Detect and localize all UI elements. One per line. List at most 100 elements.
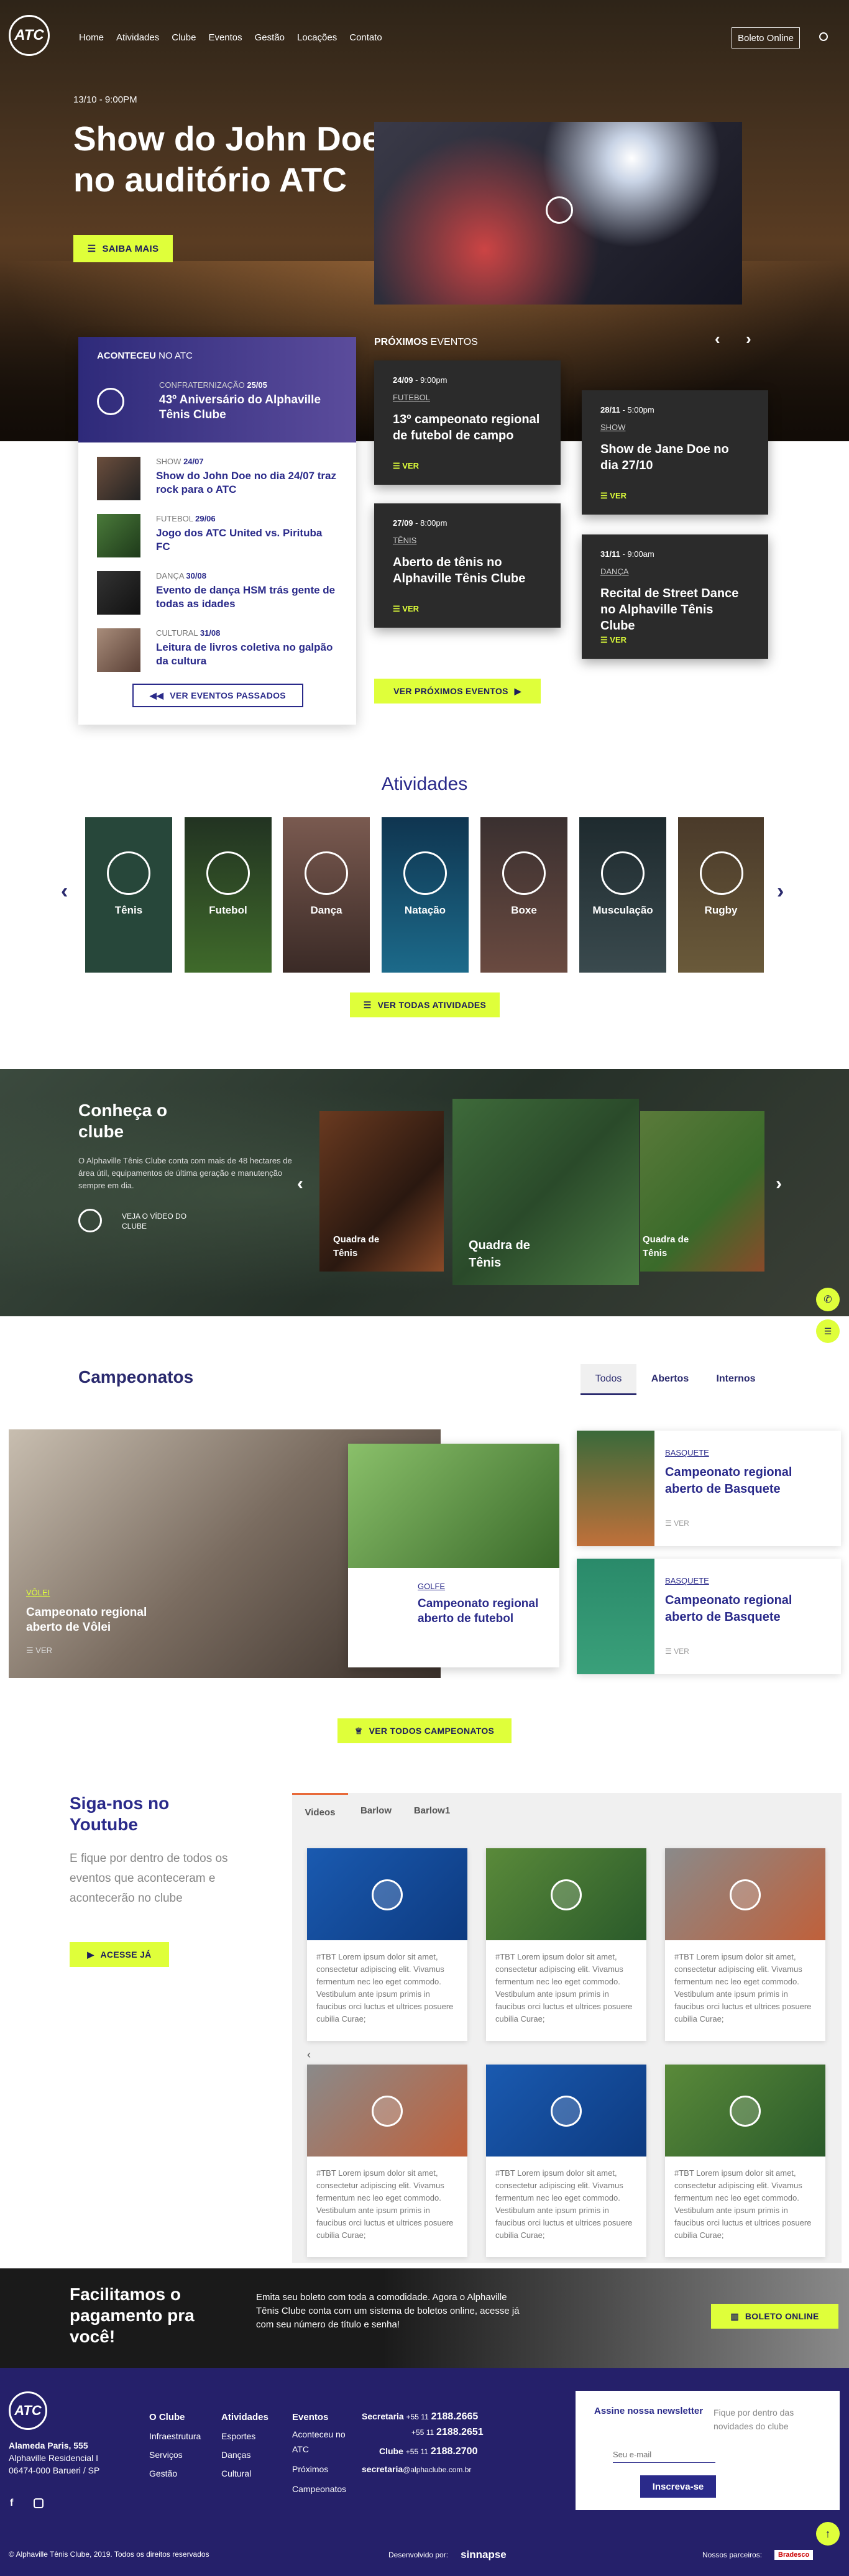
- championship-view-link[interactable]: ☰ VER: [665, 1519, 689, 1528]
- next-arrow-icon[interactable]: ›: [777, 879, 784, 904]
- championship-card[interactable]: GOLFE Campeonato regional aberto de fute…: [348, 1444, 559, 1667]
- club-slide[interactable]: Quadra de Tênis: [640, 1111, 764, 1272]
- championship-side-card[interactable]: BASQUETE Campeonato regional aberto de B…: [577, 1431, 841, 1546]
- play-icon[interactable]: [730, 1879, 761, 1910]
- video-card[interactable]: #TBT Lorem ipsum dolor sit amet, consect…: [665, 2065, 825, 2257]
- tab-internos[interactable]: Internos: [706, 1364, 766, 1395]
- list-item[interactable]: SHOW 24/07 Show do John Doe no dia 24/07 …: [97, 457, 336, 506]
- next-arrow-icon[interactable]: ›: [746, 329, 751, 349]
- play-icon[interactable]: [551, 1879, 582, 1910]
- acesse-ja-button[interactable]: ▶ ACESSE JÁ: [70, 1942, 169, 1967]
- event-view-link[interactable]: ☰ VER: [393, 461, 419, 471]
- championship-category: GOLFE: [418, 1582, 446, 1591]
- next-arrow-icon[interactable]: ›: [776, 1173, 782, 1194]
- footer-link[interactable]: Gestão: [149, 2464, 201, 2483]
- event-view-link[interactable]: ☰ VER: [600, 491, 626, 501]
- event-card[interactable]: 28/11 - 5:00pm SHOW Show de Jane Doe no di…: [582, 390, 768, 515]
- activity-rugby[interactable]: Rugby: [678, 817, 764, 973]
- video-card[interactable]: #TBT Lorem ipsum dolor sit amet, consect…: [307, 1848, 467, 2041]
- ver-eventos-passados-button[interactable]: ◀◀ VER EVENTOS PASSADOS: [132, 684, 303, 707]
- footer-link[interactable]: Campeonatos: [292, 2482, 354, 2496]
- contact-email[interactable]: secretaria@alphaclube.com.br: [362, 2462, 484, 2477]
- play-icon[interactable]: [730, 2096, 761, 2127]
- club-slide[interactable]: Quadra de Tênis: [319, 1111, 444, 1272]
- ver-todos-campeonatos-button[interactable]: ♕ VER TODOS CAMPEONATOS: [337, 1718, 512, 1743]
- club-video-link[interactable]: VEJA O VÍDEO DO CLUBE: [78, 1209, 203, 1234]
- event-title: Aberto de tênis no Alphaville Tênis Club…: [393, 556, 526, 585]
- footer-link[interactable]: Danças: [221, 2445, 268, 2464]
- subscribe-button[interactable]: Inscreva-se: [640, 2475, 716, 2498]
- saiba-mais-button[interactable]: ☰ SAIBA MAIS: [73, 235, 173, 262]
- past-featured[interactable]: ACONTECEU NO ATC CONFRATERNIZAÇÃO 25/05 …: [78, 337, 356, 442]
- phone-icon[interactable]: ✆: [816, 1288, 840, 1311]
- nav-clube[interactable]: Clube: [172, 32, 196, 43]
- championship-side-card[interactable]: BASQUETE Campeonato regional aberto de B…: [577, 1559, 841, 1674]
- back-to-top-icon[interactable]: ↑: [816, 2522, 840, 2546]
- play-icon[interactable]: [372, 1879, 403, 1910]
- play-icon[interactable]: [551, 2096, 582, 2127]
- prev-arrow-icon[interactable]: ‹: [297, 1173, 303, 1194]
- activity-musculacao[interactable]: Musculação: [579, 817, 666, 973]
- ver-todas-atividades-button[interactable]: ☰ VER TODAS ATIVIDADES: [350, 992, 500, 1017]
- championship-view-link[interactable]: ☰ VER: [26, 1646, 52, 1656]
- logo[interactable]: ATC: [9, 15, 50, 56]
- search-icon[interactable]: [819, 32, 828, 41]
- play-icon[interactable]: [372, 2096, 403, 2127]
- tab-abertos[interactable]: Abertos: [640, 1364, 700, 1395]
- event-date: 28/11 - 5:00pm: [600, 405, 654, 415]
- nav-atividades[interactable]: Atividades: [116, 32, 159, 43]
- footer-link[interactable]: Esportes: [221, 2427, 268, 2445]
- facebook-icon[interactable]: f: [10, 2498, 13, 2509]
- event-view-link[interactable]: ☰ VER: [393, 604, 419, 614]
- bradesco-logo[interactable]: Bradesco: [774, 2550, 814, 2560]
- video-card[interactable]: #TBT Lorem ipsum dolor sit amet, consect…: [307, 2065, 467, 2257]
- prev-arrow-icon[interactable]: ‹: [61, 879, 68, 904]
- footer-link[interactable]: Próximos: [292, 2462, 354, 2477]
- championship-image: [577, 1559, 654, 1674]
- sinnapse-logo[interactable]: sinnapse: [461, 2549, 507, 2561]
- tab-barlow1[interactable]: Barlow1: [404, 1793, 460, 1830]
- event-card[interactable]: 27/09 - 8:00pm TÊNIS Aberto de tênis no Al…: [374, 503, 561, 628]
- tab-videos[interactable]: Videos: [292, 1793, 348, 1830]
- prev-arrow-icon[interactable]: ‹: [715, 329, 720, 349]
- video-card[interactable]: #TBT Lorem ipsum dolor sit amet, consect…: [486, 2065, 646, 2257]
- boleto-online-button[interactable]: Boleto Online: [732, 27, 800, 48]
- activity-natacao[interactable]: Natação: [382, 817, 469, 973]
- tab-barlow[interactable]: Barlow: [348, 1793, 404, 1830]
- footer-col-eventos: Eventos Aconteceu no ATC Próximos Campeonat…: [292, 2408, 354, 2496]
- tab-todos[interactable]: Todos: [581, 1364, 636, 1395]
- boleto-online-cta[interactable]: ▥ BOLETO ONLINE: [711, 2304, 838, 2329]
- nav-eventos[interactable]: Eventos: [208, 32, 242, 43]
- club-slide-active[interactable]: Quadra de Tênis: [452, 1099, 639, 1285]
- nav-home[interactable]: Home: [79, 32, 104, 43]
- event-view-link[interactable]: ☰ VER: [600, 635, 626, 645]
- list-item[interactable]: DANÇA 30/08 Evento de dança HSM trás gent…: [97, 571, 335, 621]
- footer-link[interactable]: Cultural: [221, 2464, 268, 2483]
- footer-link[interactable]: Infraestrutura: [149, 2427, 201, 2445]
- play-icon[interactable]: [97, 388, 124, 415]
- list-item[interactable]: CULTURAL 31/08 Leitura de livros coletiva…: [97, 628, 333, 678]
- video-card[interactable]: #TBT Lorem ipsum dolor sit amet, consect…: [665, 1848, 825, 2041]
- menu-icon[interactable]: ☰: [816, 1319, 840, 1343]
- nav-contato[interactable]: Contato: [349, 32, 382, 43]
- activity-boxe[interactable]: Boxe: [480, 817, 567, 973]
- activity-tenis[interactable]: Tênis: [85, 817, 172, 973]
- video-card[interactable]: #TBT Lorem ipsum dolor sit amet, consect…: [486, 1848, 646, 2041]
- event-card[interactable]: 24/09 - 9:00pm FUTEBOL 13º campeonato regi…: [374, 360, 561, 485]
- nav-locacoes[interactable]: Locações: [297, 32, 337, 43]
- event-card[interactable]: 31/11 - 9:00am DANÇA Recital de Street Dan…: [582, 534, 768, 659]
- newsletter-box: Assine nossa newsletter Fique por dentro…: [576, 2391, 840, 2510]
- activity-danca[interactable]: Dança: [283, 817, 370, 973]
- list-item[interactable]: FUTEBOL 29/06 Jogo dos ATC United vs. Pir…: [97, 514, 333, 564]
- ver-proximos-eventos-button[interactable]: VER PRÓXIMOS EVENTOS ▶: [374, 679, 541, 704]
- activity-futebol[interactable]: Futebol: [185, 817, 272, 973]
- footer-link[interactable]: Serviços: [149, 2445, 201, 2464]
- footer-link[interactable]: Aconteceu no ATC: [292, 2427, 354, 2457]
- play-icon[interactable]: [546, 196, 573, 224]
- prev-arrow-icon[interactable]: ‹: [307, 2048, 311, 2061]
- instagram-icon[interactable]: [34, 2498, 44, 2508]
- championship-view-link[interactable]: ☰ VER: [665, 1647, 689, 1656]
- nav-gestao[interactable]: Gestão: [255, 32, 285, 43]
- email-field[interactable]: [613, 2447, 715, 2463]
- footer-logo[interactable]: ATC: [9, 2391, 47, 2430]
